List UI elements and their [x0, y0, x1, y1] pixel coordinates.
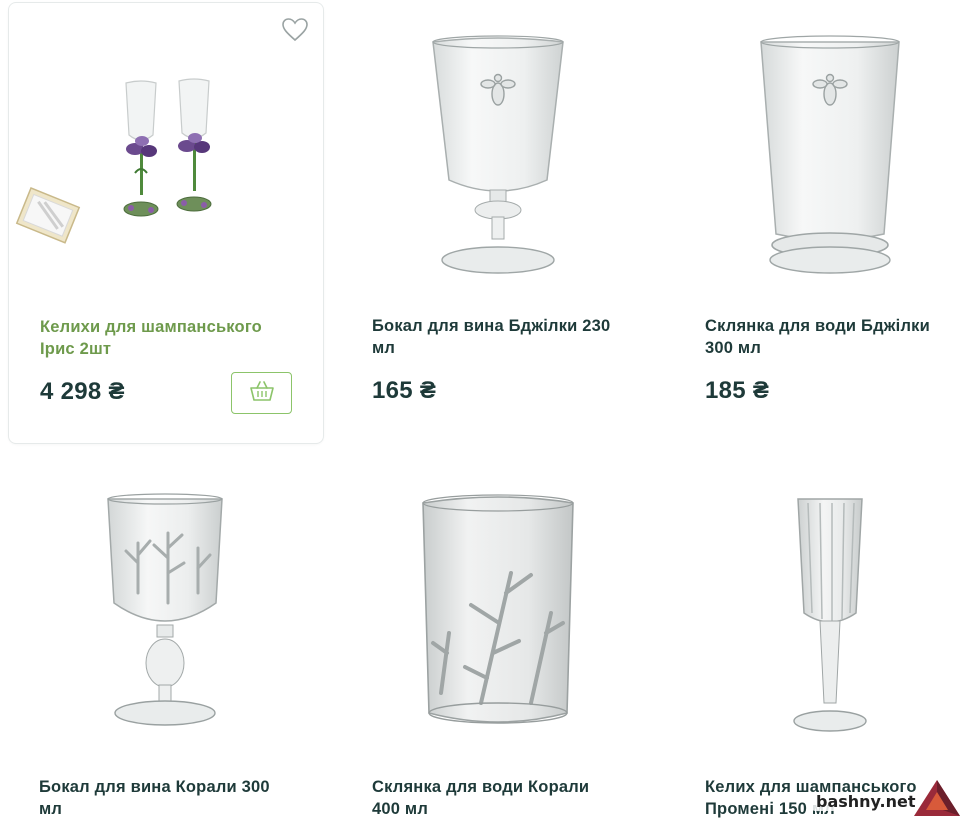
product-card[interactable]: Келих для шампанського Промені 150 мл	[674, 463, 970, 828]
product-image[interactable]	[674, 463, 970, 753]
add-to-cart-button[interactable]	[231, 372, 292, 414]
product-image[interactable]	[341, 463, 657, 753]
product-title[interactable]: Бокал для вина Бджілки 230 мл	[372, 315, 612, 359]
product-price: 165 ₴	[372, 377, 437, 404]
product-image[interactable]	[8, 463, 324, 753]
product-card[interactable]: Склянка для води Бджілки 300 мл 185 ₴	[674, 2, 970, 444]
product-price: 185 ₴	[705, 377, 770, 404]
product-image[interactable]	[341, 2, 657, 292]
watermark-text: bashny.net	[812, 792, 920, 811]
product-card[interactable]: Бокал для вина Бджілки 230 мл 165 ₴	[341, 2, 657, 444]
pyramid-logo-icon	[914, 780, 960, 816]
product-title[interactable]: Келихи для шампанського Ірис 2шт	[40, 316, 280, 360]
product-image[interactable]	[674, 2, 970, 292]
product-title[interactable]: Склянка для води Бджілки 300 мл	[705, 315, 945, 359]
product-card[interactable]: Келихи для шампанського Ірис 2шт 4 298 ₴	[8, 2, 324, 444]
product-price: 4 298 ₴	[40, 378, 125, 405]
basket-icon	[249, 380, 275, 407]
product-card[interactable]: Склянка для води Корали 400 мл	[341, 463, 657, 828]
product-grid: Келихи для шампанського Ірис 2шт 4 298 ₴	[0, 0, 970, 828]
product-title[interactable]: Склянка для води Корали 400 мл	[372, 776, 612, 820]
product-image[interactable]	[9, 3, 325, 293]
wishlist-heart-icon[interactable]	[281, 17, 309, 43]
product-card[interactable]: Бокал для вина Корали 300 мл	[8, 463, 324, 828]
product-title[interactable]: Бокал для вина Корали 300 мл	[39, 776, 279, 820]
watermark: bashny.net	[812, 780, 962, 822]
